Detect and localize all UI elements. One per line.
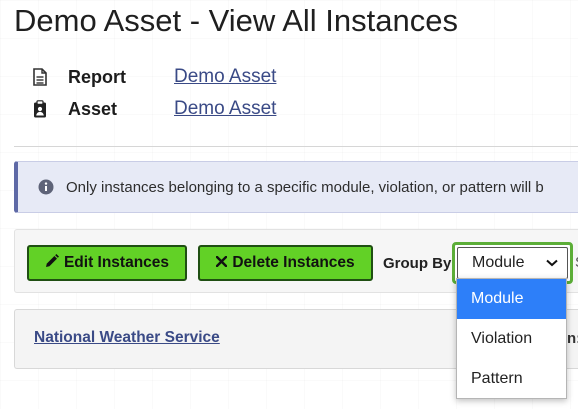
x-icon (216, 254, 228, 272)
delete-instances-label: Delete Instances (232, 254, 355, 271)
option-violation[interactable]: Violation (457, 319, 566, 359)
info-alert: Only instances belonging to a specific m… (14, 161, 578, 213)
report-label: Report (68, 66, 126, 87)
meta-row-asset: Asset Demo Asset (32, 96, 276, 122)
info-circle-icon (38, 179, 54, 200)
option-module[interactable]: Module (457, 279, 566, 319)
document-icon (32, 68, 48, 86)
meta-row-report: Report Demo Asset (32, 64, 276, 90)
clipboard-icon (32, 100, 48, 118)
group-by-options: Module Violation Pattern (456, 278, 567, 399)
edit-instances-label: Edit Instances (63, 254, 170, 271)
group-title-link[interactable]: National Weather Service (34, 329, 220, 347)
delete-instances-button[interactable]: Delete Instances (198, 245, 373, 281)
asset-link[interactable]: Demo Asset (174, 98, 276, 120)
group-by-value: Module (472, 254, 525, 271)
edit-instances-button[interactable]: Edit Instances (27, 245, 187, 281)
chevron-down-icon (546, 254, 558, 272)
section-divider (14, 146, 578, 147)
asset-label: Asset (68, 98, 118, 119)
pencil-icon (45, 253, 59, 273)
report-link[interactable]: Demo Asset (174, 66, 276, 88)
option-pattern[interactable]: Pattern (457, 359, 566, 399)
page-title: Demo Asset - View All Instances (14, 3, 458, 38)
alert-message: Only instances belonging to a specific m… (66, 179, 544, 196)
panel-cutoff-text: n: (567, 330, 578, 347)
group-by-label: Group By (383, 255, 452, 272)
